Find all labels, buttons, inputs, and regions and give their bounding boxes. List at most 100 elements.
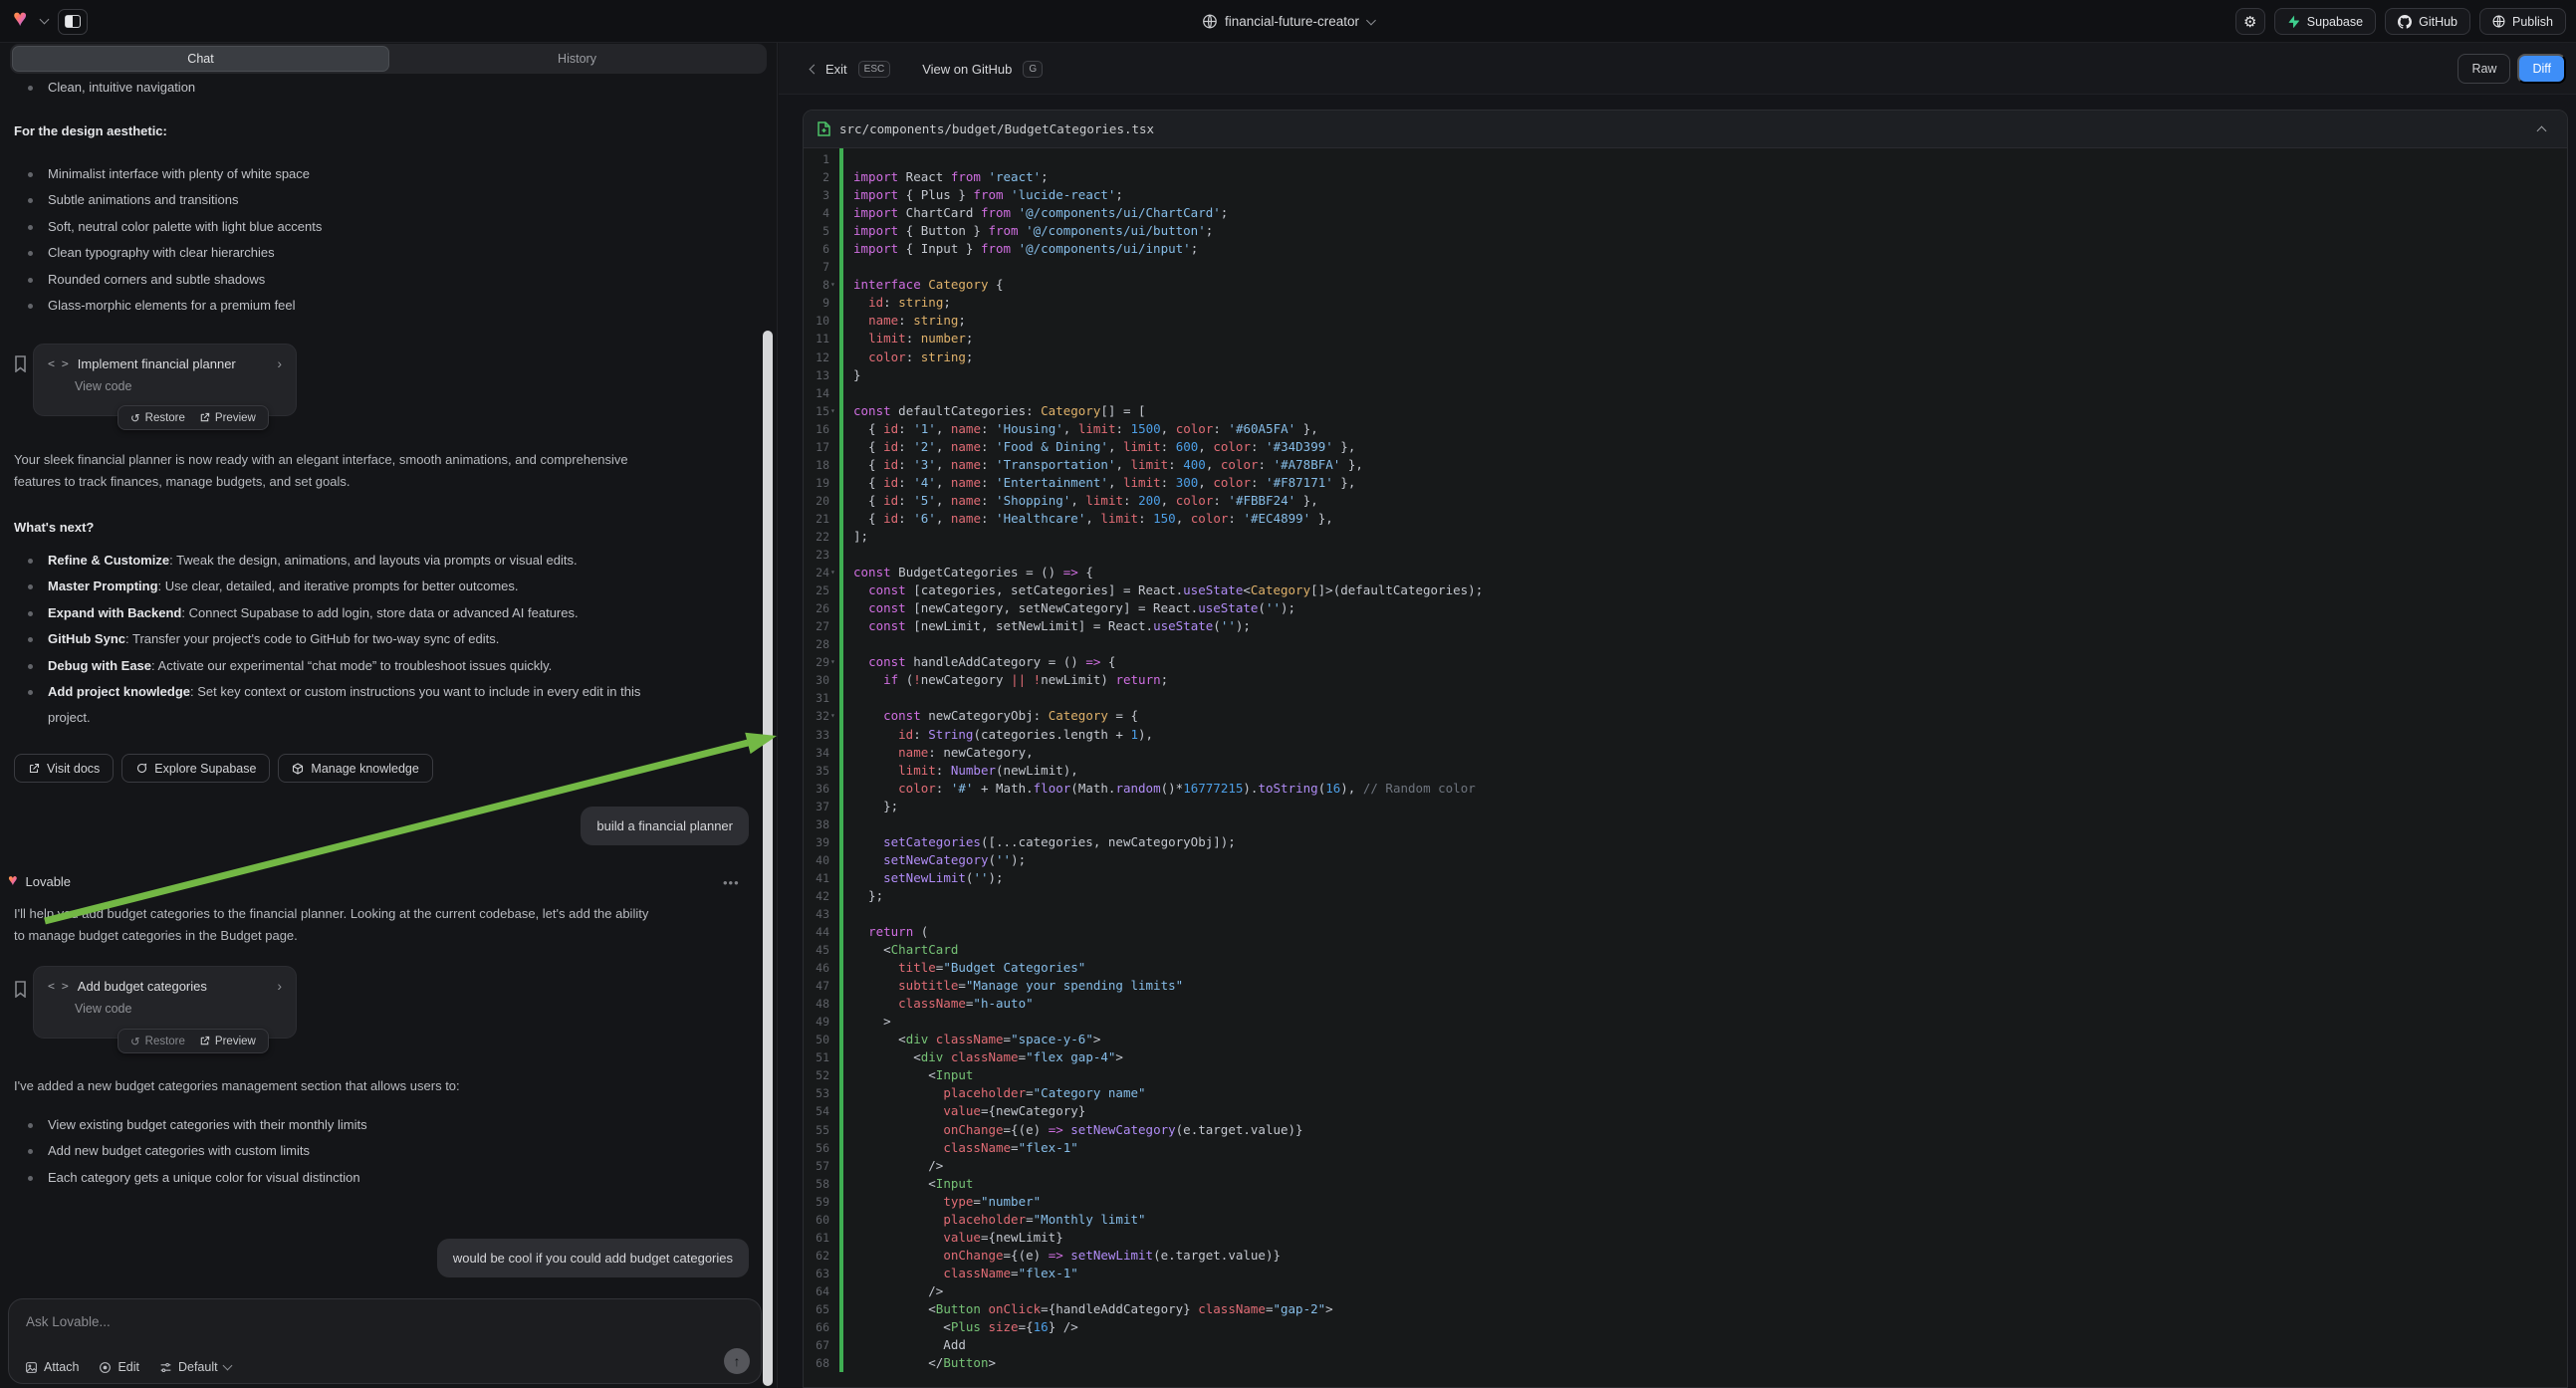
line-number: 52 (804, 1066, 829, 1084)
chevron-down-icon (222, 1361, 232, 1371)
list-item: Subtle animations and transitions (14, 187, 656, 213)
supabase-bolt-icon (2287, 15, 2300, 28)
external-link-icon (28, 763, 40, 775)
app-top-bar: ♥ financial-future-creator ⚙ Supabase Gi… (0, 0, 2576, 43)
view-code-link[interactable]: View code (75, 1002, 282, 1016)
lovable-logo-icon[interactable]: ♥ (13, 7, 27, 31)
line-number: 12 (804, 348, 829, 366)
workspace-chevron-down-icon[interactable] (40, 15, 50, 25)
file-header[interactable]: src/components/budget/BudgetCategories.t… (804, 111, 2567, 148)
code-line: 24▾const BudgetCategories = () => { (804, 564, 2567, 581)
supabase-button[interactable]: Supabase (2274, 8, 2376, 35)
explore-supabase-button[interactable]: Explore Supabase (121, 754, 270, 783)
line-number: 4 (804, 204, 829, 222)
collapse-file-button[interactable] (2529, 117, 2553, 141)
chat-input[interactable]: Ask Lovable... Attach Edit Default ↑ (8, 1298, 762, 1384)
code-line: 4import ChartCard from '@/components/ui/… (804, 204, 2567, 222)
message-menu-icon[interactable]: ••• (723, 875, 740, 890)
list-item: Master Prompting: Use clear, detailed, a… (14, 574, 651, 599)
code-line: 11 limit: number; (804, 330, 2567, 347)
github-button[interactable]: GitHub (2385, 8, 2470, 35)
design-list: Minimalist interface with plenty of whit… (14, 161, 656, 319)
bookmark-icon[interactable] (14, 355, 27, 372)
quick-actions: Visit docs Explore Supabase Manage knowl… (14, 754, 433, 783)
mode-selector[interactable]: Default (159, 1360, 231, 1374)
code-line: 21 { id: '6', name: 'Healthcare', limit:… (804, 510, 2567, 528)
code-viewer-header: Exit ESC View on GitHub G Raw Diff (779, 43, 2576, 95)
bookmark-icon[interactable] (14, 981, 27, 998)
code-line: 53 placeholder="Category name" (804, 1084, 2567, 1102)
publish-button[interactable]: Publish (2479, 8, 2566, 35)
code-line: 55 onChange={(e) => setNewCategory(e.tar… (804, 1121, 2567, 1139)
code-line: 62 onChange={(e) => setNewLimit(e.target… (804, 1247, 2567, 1265)
file-added-icon (818, 121, 830, 136)
fold-chevron-icon[interactable]: ▾ (830, 707, 835, 725)
arrow-up-icon: ↑ (734, 1353, 741, 1369)
line-number: 32 (804, 707, 829, 725)
whats-next-list: Refine & Customize: Tweak the design, an… (14, 548, 651, 732)
file-path: src/components/budget/BudgetCategories.t… (839, 121, 1154, 136)
code-line: 6import { Input } from '@/components/ui/… (804, 240, 2567, 258)
list-item: Add new budget categories with custom li… (14, 1138, 656, 1164)
exit-button[interactable]: Exit (825, 62, 847, 77)
code-viewer-panel: Exit ESC View on GitHub G Raw Diff src/c… (779, 43, 2576, 1388)
edit-button[interactable]: Edit (99, 1360, 139, 1374)
restore-button[interactable]: ↺Restore (130, 1035, 185, 1048)
line-number: 39 (804, 833, 829, 851)
fold-chevron-icon[interactable]: ▾ (830, 402, 835, 420)
preview-button[interactable]: Preview (199, 412, 256, 424)
line-number: 19 (804, 474, 829, 492)
toggle-sidebar-button[interactable] (58, 9, 88, 35)
project-switcher[interactable]: financial-future-creator (1202, 0, 1374, 43)
preview-button[interactable]: Preview (199, 1036, 256, 1047)
tab-history[interactable]: History (389, 46, 765, 72)
diff-file-card: src/components/budget/BudgetCategories.t… (803, 110, 2568, 1388)
line-number: 53 (804, 1084, 829, 1102)
chat-scrollbar[interactable] (763, 331, 773, 1386)
attach-button[interactable]: Attach (25, 1360, 79, 1374)
diff-toggle-button[interactable]: Diff (2517, 54, 2566, 84)
list-item: Clean, intuitive navigation (14, 75, 656, 101)
assistant-header: ♥ Lovable (8, 873, 71, 889)
fold-chevron-icon[interactable]: ▾ (830, 276, 835, 294)
code-line: 47 subtitle="Manage your spending limits… (804, 977, 2567, 995)
code-line: 60 placeholder="Monthly limit" (804, 1211, 2567, 1229)
settings-button[interactable]: ⚙ (2235, 8, 2265, 35)
view-on-github-button[interactable]: View on GitHub (922, 62, 1012, 77)
restore-icon: ↺ (130, 1035, 140, 1048)
raw-toggle-button[interactable]: Raw (2458, 54, 2510, 84)
line-number: 7 (804, 258, 829, 276)
code-line: 9 id: string; (804, 294, 2567, 312)
line-number: 64 (804, 1282, 829, 1300)
line-number: 42 (804, 887, 829, 905)
line-number: 18 (804, 456, 829, 474)
fold-chevron-icon[interactable]: ▾ (830, 653, 835, 671)
chevron-right-icon: › (277, 355, 282, 371)
line-number: 61 (804, 1229, 829, 1247)
chevron-left-icon (810, 64, 820, 74)
line-number: 14 (804, 384, 829, 402)
code-content[interactable]: 12import React from 'react';3import { Pl… (804, 148, 2567, 1372)
line-number: 28 (804, 635, 829, 653)
line-number: 30 (804, 671, 829, 689)
user-message-bubble: build a financial planner (581, 807, 749, 845)
visit-docs-button[interactable]: Visit docs (14, 754, 114, 783)
manage-knowledge-button[interactable]: Manage knowledge (278, 754, 432, 783)
line-number: 57 (804, 1157, 829, 1175)
line-number: 24 (804, 564, 829, 581)
line-number: 36 (804, 780, 829, 798)
line-number: 62 (804, 1247, 829, 1265)
view-code-link[interactable]: View code (75, 379, 282, 393)
code-line: 19 { id: '4', name: 'Entertainment', lim… (804, 474, 2567, 492)
chat-bubble-icon (135, 763, 147, 775)
line-number: 21 (804, 510, 829, 528)
send-button[interactable]: ↑ (724, 1348, 750, 1374)
line-number: 11 (804, 330, 829, 347)
project-chevron-down-icon (1366, 15, 1376, 25)
code-line: 27 const [newLimit, setNewLimit] = React… (804, 617, 2567, 635)
tab-chat[interactable]: Chat (12, 46, 389, 72)
fold-chevron-icon[interactable]: ▾ (830, 564, 835, 581)
line-number: 8 (804, 276, 829, 294)
restore-button[interactable]: ↺Restore (130, 411, 185, 425)
line-number: 65 (804, 1300, 829, 1318)
